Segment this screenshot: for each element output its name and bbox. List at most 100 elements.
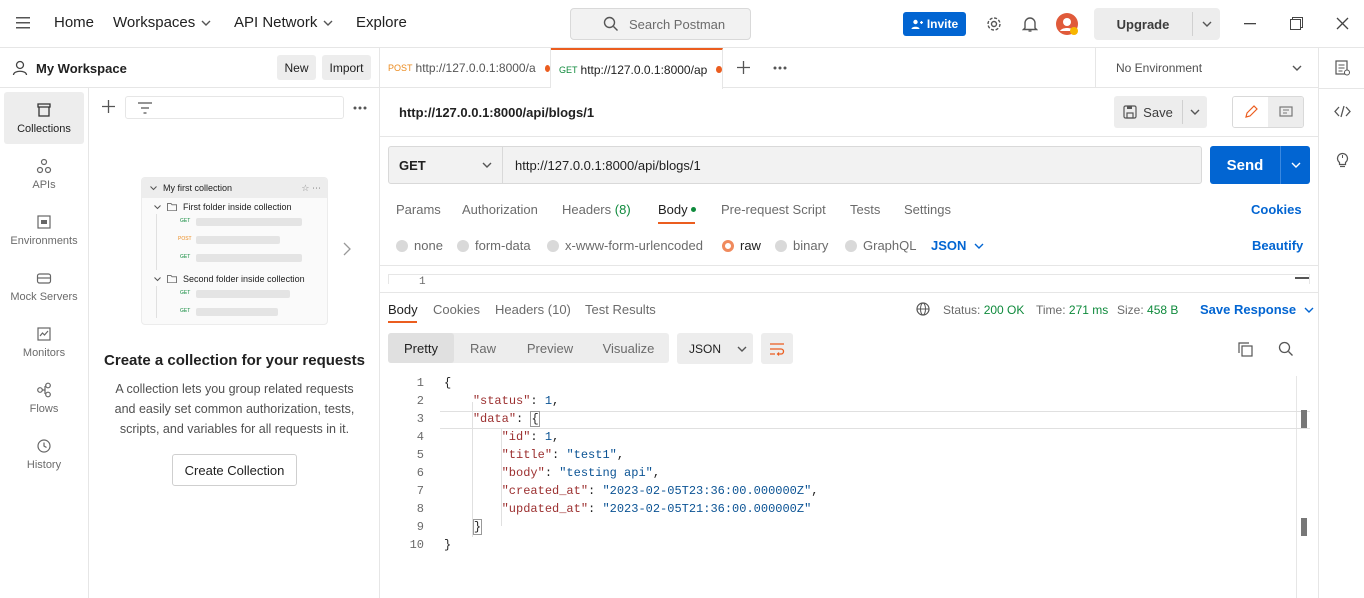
- tab-headers[interactable]: Headers (8): [562, 202, 631, 217]
- request-body-editor[interactable]: 1: [388, 274, 1310, 284]
- tab-get-request[interactable]: GET http://127.0.0.1:8000/ap: [551, 48, 723, 89]
- import-button[interactable]: Import: [322, 55, 371, 80]
- url-input[interactable]: http://127.0.0.1:8000/api/blogs/1: [515, 158, 701, 173]
- response-time[interactable]: Time: 271 ms: [1036, 303, 1108, 317]
- workspace-name[interactable]: My Workspace: [36, 61, 127, 76]
- comment-icon[interactable]: [1268, 97, 1303, 127]
- chevron-down-icon: [737, 346, 747, 352]
- tab-body[interactable]: Body: [658, 202, 697, 217]
- menu-icon[interactable]: [16, 17, 30, 29]
- illustration-folder-2: Second folder inside collection: [183, 274, 305, 284]
- tab-tests[interactable]: Tests: [850, 202, 880, 217]
- tab-url: http://127.0.0.1:8000/ap: [580, 62, 708, 77]
- more-options-icon[interactable]: [353, 106, 367, 110]
- nav-explore[interactable]: Explore: [356, 14, 407, 31]
- edit-pencil-icon[interactable]: [1233, 97, 1268, 127]
- copy-icon[interactable]: [1238, 342, 1253, 357]
- editor-resize-handle[interactable]: [1295, 277, 1309, 279]
- notification-bell-icon[interactable]: [1022, 15, 1038, 33]
- radio-raw[interactable]: raw: [722, 238, 761, 253]
- tab-settings[interactable]: Settings: [904, 202, 951, 217]
- tab-authorization[interactable]: Authorization: [462, 202, 538, 217]
- response-tab-headers[interactable]: Headers (10): [495, 302, 571, 317]
- send-dropdown-icon[interactable]: [1281, 146, 1310, 184]
- code-snippet-icon[interactable]: [1334, 105, 1351, 118]
- nav-api-network[interactable]: API Network: [234, 14, 333, 31]
- restore-window-icon[interactable]: [1290, 17, 1303, 30]
- tab-options-icon[interactable]: [773, 66, 787, 70]
- line-number: 9: [416, 520, 424, 534]
- tab-pre-request-script[interactable]: Pre-request Script: [721, 202, 826, 217]
- line-number: 5: [416, 448, 424, 462]
- radio-binary[interactable]: binary: [775, 238, 828, 253]
- view-mode-visualize[interactable]: Visualize: [588, 333, 669, 363]
- method-select[interactable]: GET: [389, 147, 503, 183]
- request-title[interactable]: http://127.0.0.1:8000/api/blogs/1: [399, 105, 594, 120]
- view-mode-pretty[interactable]: Pretty: [388, 333, 454, 363]
- wrap-lines-icon[interactable]: [761, 333, 793, 364]
- search-bar[interactable]: Search Postman: [570, 8, 751, 40]
- add-collection-icon[interactable]: [102, 100, 115, 113]
- rail-item-mock-servers[interactable]: Mock Servers: [4, 260, 84, 312]
- cookies-link[interactable]: Cookies: [1251, 202, 1302, 217]
- response-status[interactable]: Status: 200 OK: [943, 303, 1024, 317]
- edit-comment-toggle: [1232, 96, 1304, 128]
- radio-none[interactable]: none: [396, 238, 443, 253]
- create-collection-button[interactable]: Create Collection: [172, 454, 297, 486]
- minimize-icon[interactable]: [1244, 23, 1256, 25]
- right-rail: [1318, 48, 1364, 598]
- response-tab-body[interactable]: Body: [388, 302, 418, 317]
- tab-params[interactable]: Params: [396, 202, 441, 217]
- radio-form-data[interactable]: form-data: [457, 238, 531, 253]
- search-icon[interactable]: [1278, 341, 1294, 357]
- rail-item-history[interactable]: History: [4, 428, 84, 480]
- new-tab-icon[interactable]: [737, 61, 750, 74]
- chevron-down-icon: [201, 20, 211, 26]
- view-mode-raw[interactable]: Raw: [454, 333, 512, 363]
- save-dropdown-icon[interactable]: [1183, 96, 1207, 128]
- lightbulb-icon[interactable]: [1335, 151, 1350, 168]
- tab-post-request[interactable]: POST http://127.0.0.1:8000/a: [380, 48, 551, 88]
- response-size[interactable]: Size: 458 B: [1117, 303, 1178, 317]
- user-icon: [12, 60, 28, 76]
- rail-item-flows[interactable]: Flows: [4, 372, 84, 424]
- globe-icon[interactable]: [916, 302, 930, 316]
- rail-item-apis[interactable]: APIs: [4, 148, 84, 200]
- nav-workspaces[interactable]: Workspaces: [113, 14, 211, 31]
- line-number: 10: [409, 538, 424, 552]
- send-button[interactable]: Send: [1210, 146, 1310, 184]
- scrollbar-thumb[interactable]: [1301, 518, 1307, 536]
- avatar[interactable]: [1055, 12, 1079, 36]
- save-response-button[interactable]: Save Response: [1200, 302, 1314, 317]
- response-tab-cookies[interactable]: Cookies: [433, 302, 480, 317]
- document-icon[interactable]: [1335, 60, 1350, 76]
- scrollbar-thumb[interactable]: [1301, 410, 1307, 428]
- save-label: Save: [1143, 104, 1173, 120]
- filter-input[interactable]: [125, 96, 344, 119]
- rail-item-environments[interactable]: Environments: [4, 204, 84, 256]
- invite-button[interactable]: Invite: [903, 12, 966, 36]
- close-window-icon[interactable]: [1336, 17, 1349, 30]
- radio-graphql[interactable]: GraphQL: [845, 238, 916, 253]
- code-line: {: [444, 376, 452, 390]
- radio-urlencoded[interactable]: x-www-form-urlencoded: [547, 238, 703, 253]
- save-button[interactable]: Save: [1114, 96, 1207, 128]
- view-mode-preview[interactable]: Preview: [512, 333, 588, 363]
- response-format-select[interactable]: JSON: [677, 333, 753, 364]
- nav-home[interactable]: Home: [54, 14, 94, 31]
- response-tab-test-results[interactable]: Test Results: [585, 302, 656, 317]
- rail-item-monitors[interactable]: Monitors: [4, 316, 84, 368]
- request-tabs-bar: POST http://127.0.0.1:8000/a GET http://…: [380, 48, 1318, 89]
- upgrade-dropdown-icon[interactable]: [1193, 8, 1220, 40]
- chevron-right-icon[interactable]: [343, 242, 351, 256]
- radio-circle: [396, 240, 408, 252]
- line-number: 6: [416, 466, 424, 480]
- settings-gear-icon[interactable]: [985, 15, 1003, 33]
- radio-binary-label: binary: [793, 238, 829, 253]
- new-button[interactable]: New: [277, 55, 316, 80]
- rail-item-collections[interactable]: Collections: [4, 92, 84, 144]
- environment-select[interactable]: No Environment: [1095, 48, 1318, 88]
- beautify-link[interactable]: Beautify: [1252, 238, 1303, 253]
- upgrade-button[interactable]: Upgrade: [1094, 8, 1220, 40]
- body-format-select[interactable]: JSON: [931, 238, 984, 253]
